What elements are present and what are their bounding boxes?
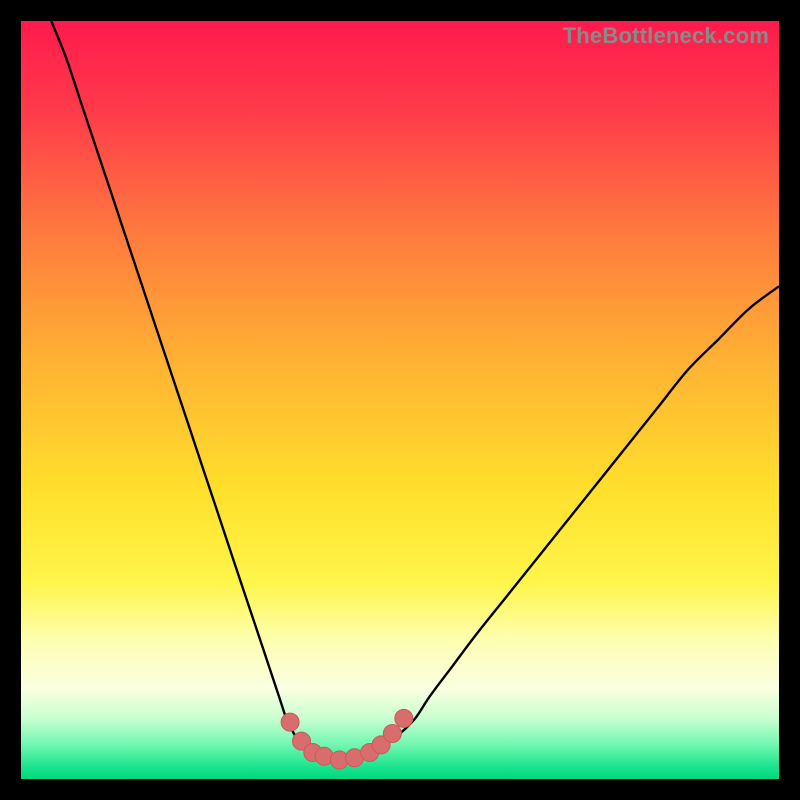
bottleneck-curve [51,21,779,758]
trough-marker [383,725,401,743]
trough-marker-group [281,709,413,769]
curve-layer [21,21,779,779]
trough-marker [395,709,413,727]
plot-area: TheBottleneck.com [21,21,779,779]
trough-marker [281,713,299,731]
outer-frame: TheBottleneck.com [0,0,800,800]
